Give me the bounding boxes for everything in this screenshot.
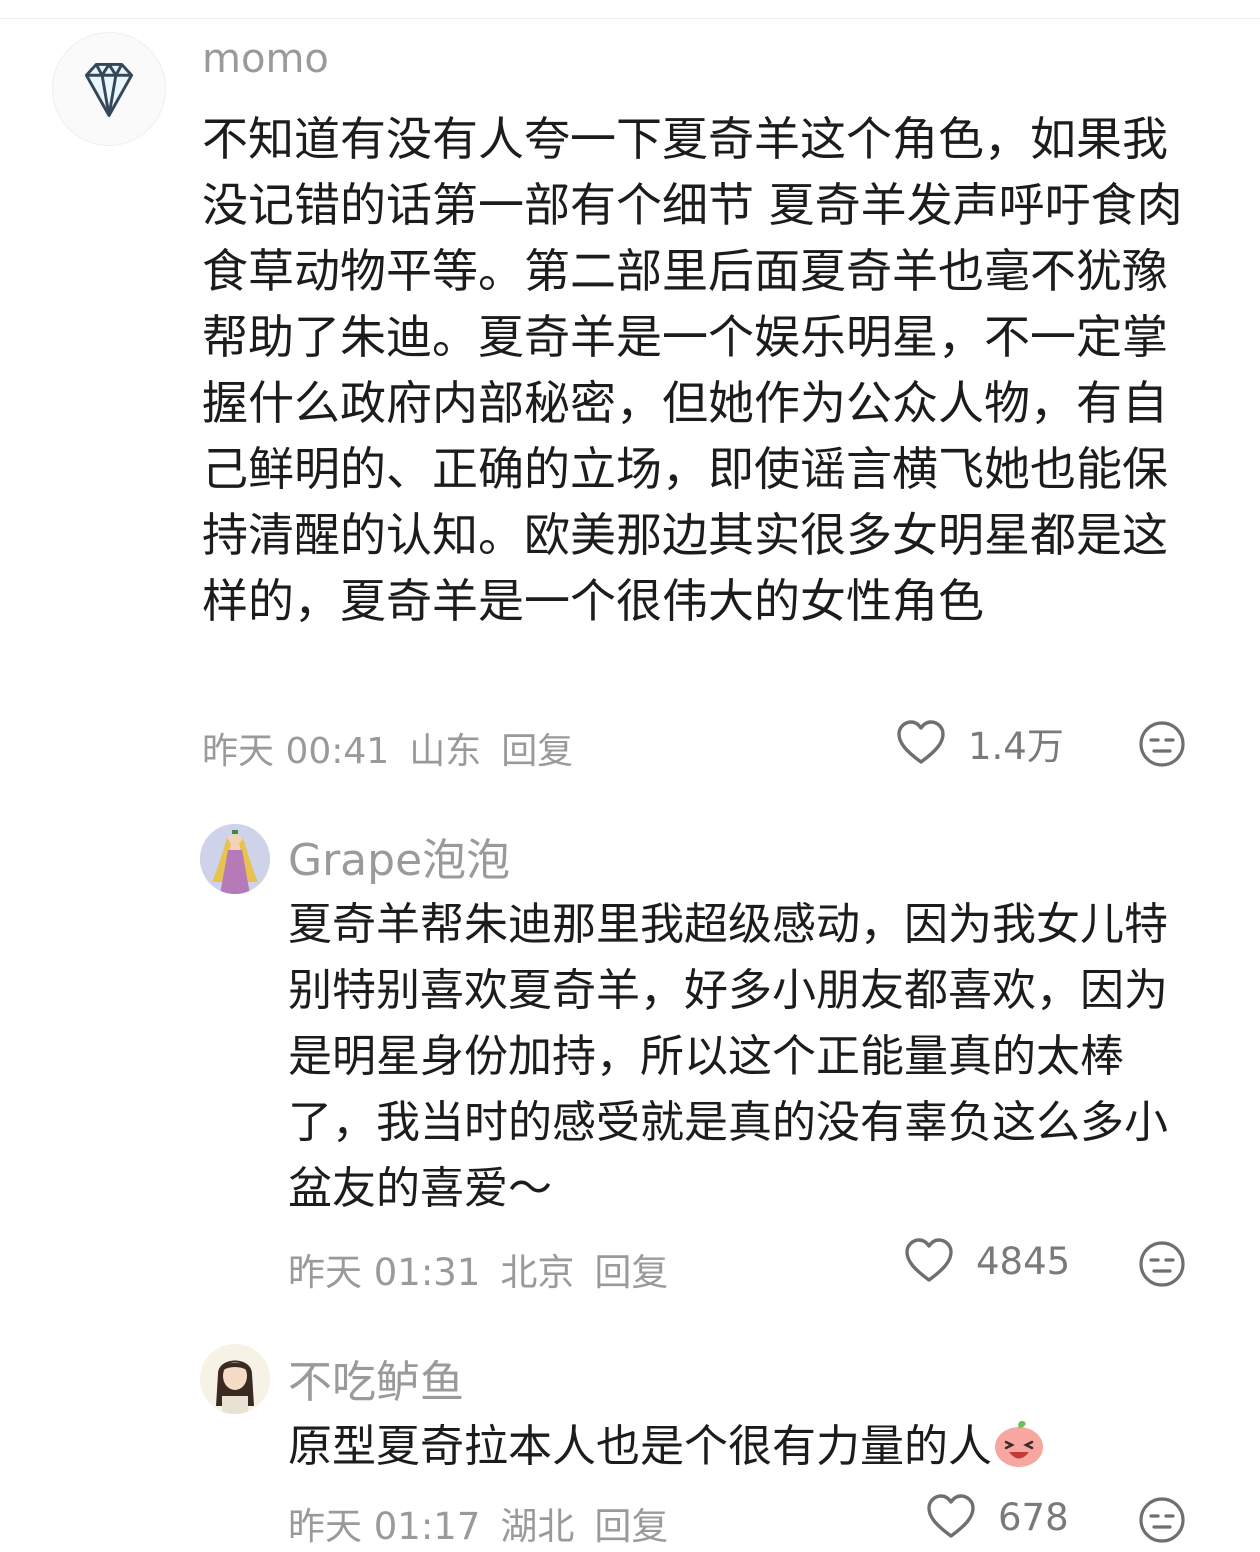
dislike-button[interactable] [1138, 1240, 1186, 1292]
comment-text: 不知道有没有人夸一下夏奇羊这个角色，如果我没记错的话第一部有个细节 夏奇羊发声呼… [202, 112, 1183, 628]
reply-button[interactable]: 回复 [594, 1251, 668, 1294]
like-count: 4845 [976, 1239, 1071, 1283]
princess-avatar [200, 824, 270, 894]
avatar[interactable] [52, 32, 166, 146]
username[interactable]: 不吃鲈鱼 [288, 1346, 464, 1410]
username[interactable]: Grape泡泡 [288, 824, 510, 888]
comment-meta: 昨天 01:17 湖北 回复 [288, 1496, 688, 1550]
dislike-button[interactable] [1138, 1496, 1186, 1548]
avatar[interactable] [200, 824, 270, 894]
heart-outline-icon [905, 1238, 953, 1282]
comment-text: 原型夏奇拉本人也是个很有力量的人 [288, 1414, 1228, 1480]
comment-meta: 昨天 01:31 北京 回复 [288, 1242, 688, 1296]
comment-meta: 昨天 00:41 山东 回复 [202, 722, 593, 774]
meh-face-icon [1139, 1497, 1185, 1543]
girl-avatar [200, 1344, 270, 1414]
heart-outline-icon [927, 1494, 975, 1538]
dislike-button[interactable] [1138, 720, 1186, 772]
comment-time: 昨天 00:41 [202, 731, 390, 772]
heart-outline-icon [897, 720, 945, 764]
comment-location: 北京 [500, 1251, 575, 1294]
like-button[interactable]: 678 [926, 1494, 1069, 1540]
comment-text-body: 原型夏奇拉本人也是个很有力量的人 [288, 1421, 992, 1472]
laughing-peach-emoji [995, 1420, 1043, 1467]
diamond-icon [84, 62, 134, 117]
like-button[interactable]: 1.4万 [896, 716, 1064, 770]
meh-face-icon [1139, 721, 1185, 767]
reply-button[interactable]: 回复 [501, 731, 573, 772]
comment-text: 夏奇羊帮朱迪那里我超级感动，因为我女儿特别特别喜欢夏奇羊，好多小朋友都喜欢，因为… [288, 899, 1168, 1214]
meh-face-icon [1139, 1241, 1185, 1287]
avatar[interactable] [200, 1344, 270, 1414]
like-count: 678 [998, 1495, 1069, 1539]
comment-time: 昨天 01:17 [288, 1505, 481, 1548]
username[interactable]: momo [202, 36, 329, 82]
like-count: 1.4万 [968, 725, 1064, 768]
top-divider [0, 18, 1260, 19]
comment-location: 湖北 [500, 1505, 575, 1548]
comment-time: 昨天 01:31 [288, 1251, 481, 1294]
comment-location: 山东 [409, 731, 482, 772]
like-button[interactable]: 4845 [904, 1238, 1070, 1284]
reply-button[interactable]: 回复 [594, 1505, 668, 1548]
